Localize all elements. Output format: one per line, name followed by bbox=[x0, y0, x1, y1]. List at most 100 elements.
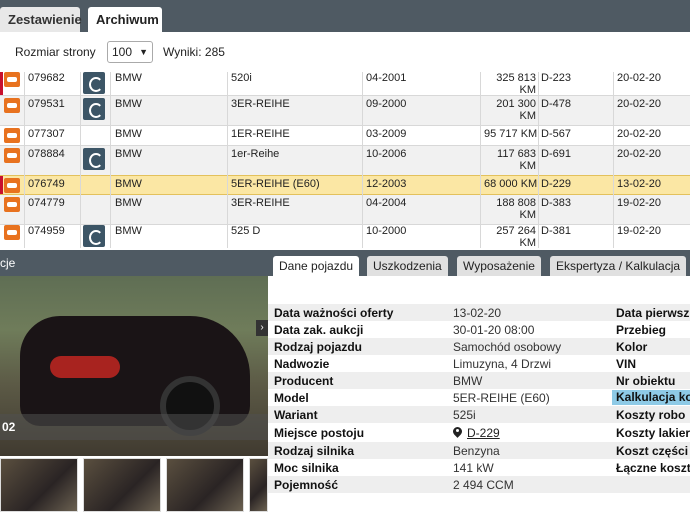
row-end-date: 20-02-20 bbox=[617, 98, 662, 110]
photo-caption-bar: 02 bbox=[0, 414, 268, 440]
detail-row: Model 5ER-REIHE (E60) Kalkulacja ko bbox=[268, 389, 690, 406]
filter-bar: Rozmiar strony Wyniki: 285 bbox=[0, 32, 690, 72]
row-model: 3ER-REIHE bbox=[231, 98, 290, 110]
detail-value: 13-02-20 bbox=[453, 306, 502, 320]
page-size-label: Rozmiar strony bbox=[15, 45, 96, 59]
vehicle-details: Data ważności oferty 13-02-20 Data pierw… bbox=[268, 276, 690, 512]
row-end-date: 20-02-20 bbox=[617, 128, 662, 140]
detail-value: 2 494 CCM bbox=[453, 478, 514, 492]
row-mileage: 325 813 KM bbox=[496, 72, 536, 96]
detail-label: Moc silnika bbox=[274, 461, 339, 475]
location-link-text[interactable]: D-229 bbox=[467, 426, 500, 440]
tab-uszkodzenia[interactable]: Uszkodzenia bbox=[367, 256, 448, 276]
row-make: BMW bbox=[115, 148, 142, 160]
row-make: BMW bbox=[115, 128, 142, 140]
column-divider bbox=[480, 72, 481, 248]
photo-thumbnail[interactable] bbox=[166, 458, 244, 512]
photo-thumbnails bbox=[0, 456, 268, 512]
detail-label: Miejsce postoju bbox=[274, 426, 365, 440]
detail-label: Data ważności oferty bbox=[274, 306, 394, 320]
detail-label: Producent bbox=[274, 374, 334, 388]
column-divider bbox=[613, 72, 614, 248]
table-row[interactable]: 074959 BMW 525 D 10-2000 257 264 KM D-381… bbox=[0, 223, 690, 248]
row-model: 525 D bbox=[231, 225, 261, 237]
table-row[interactable]: 079531 BMW 3ER-REIHE 09-2000 201 300 KM D… bbox=[0, 96, 690, 126]
row-end-date: 19-02-20 bbox=[617, 197, 662, 209]
row-date: 03-2009 bbox=[366, 128, 407, 140]
table-row[interactable]: 078884 BMW 1er-Reihe 10-2006 117 683 KM D… bbox=[0, 146, 690, 176]
photo-thumb-icon[interactable] bbox=[83, 72, 105, 94]
detail-right-label: Koszty robo bbox=[616, 408, 686, 422]
table-row-selected[interactable]: 076749 BMW 5ER-REIHE (E60) 12-2003 68 00… bbox=[0, 175, 690, 195]
row-id: 079531 bbox=[28, 98, 65, 110]
row-make: BMW bbox=[115, 178, 142, 190]
photo-thumbnail[interactable] bbox=[83, 458, 161, 512]
table-row[interactable]: 077307 BMW 1ER-REIHE 03-2009 95 717 KM D… bbox=[0, 126, 690, 146]
status-flag bbox=[0, 72, 3, 95]
detail-value: BMW bbox=[453, 374, 483, 388]
photo-thumbnail[interactable] bbox=[0, 458, 78, 512]
photo-thumb-icon[interactable] bbox=[83, 98, 105, 120]
tab-archiwum[interactable]: Archiwum bbox=[88, 7, 162, 32]
car-icon[interactable] bbox=[4, 98, 20, 113]
detail-label: Data zak. aukcji bbox=[274, 323, 364, 337]
car-icon[interactable] bbox=[4, 128, 20, 143]
tab-zestawienie[interactable]: Zestawienie bbox=[0, 7, 82, 32]
tab-wyposazenie[interactable]: Wyposażenie bbox=[457, 256, 541, 276]
row-date: 10-2006 bbox=[366, 148, 407, 160]
detail-value: Benzyna bbox=[453, 444, 500, 458]
row-id: 074959 bbox=[28, 225, 65, 237]
row-location: D-383 bbox=[541, 197, 571, 209]
detail-right-label: Koszt części bbox=[616, 444, 689, 458]
row-date: 09-2000 bbox=[366, 98, 407, 110]
detail-right-label-highlighted[interactable]: Kalkulacja ko bbox=[612, 390, 690, 405]
photo-caption: 02 bbox=[2, 420, 16, 434]
car-icon[interactable] bbox=[4, 225, 20, 240]
row-location: D-223 bbox=[541, 72, 571, 84]
row-location: D-478 bbox=[541, 98, 571, 110]
detail-row: Pojemność 2 494 CCM bbox=[268, 476, 690, 493]
car-icon[interactable] bbox=[4, 72, 20, 87]
column-divider bbox=[110, 72, 111, 248]
detail-value: Samochód osobowy bbox=[453, 340, 562, 354]
car-icon[interactable] bbox=[4, 197, 20, 212]
car-icon[interactable] bbox=[4, 178, 20, 193]
tab-ekspertyza[interactable]: Ekspertyza / Kalkulacja bbox=[550, 256, 687, 276]
results-count: Wyniki: 285 bbox=[163, 45, 225, 59]
next-photo-arrow-icon[interactable]: › bbox=[256, 320, 268, 336]
detail-value: Limuzyna, 4 Drzwi bbox=[453, 357, 552, 371]
photo-thumb-icon[interactable] bbox=[83, 148, 105, 170]
row-mileage: 68 000 KM bbox=[484, 178, 538, 190]
page-size-value: 100 bbox=[112, 45, 133, 59]
row-date: 04-2004 bbox=[366, 197, 407, 209]
detail-label: Pojemność bbox=[274, 478, 339, 492]
row-end-date: 20-02-20 bbox=[617, 72, 662, 84]
row-id: 077307 bbox=[28, 128, 65, 140]
row-mileage: 257 264 KM bbox=[496, 225, 536, 248]
table-row[interactable]: 079682 BMW 520i 04-2001 325 813 KM D-223 … bbox=[0, 72, 690, 96]
detail-value: 525i bbox=[453, 408, 476, 422]
photo-thumb-icon[interactable] bbox=[83, 225, 105, 247]
row-location: D-567 bbox=[541, 128, 571, 140]
row-end-date: 13-02-20 bbox=[617, 178, 662, 190]
row-make: BMW bbox=[115, 197, 142, 209]
detail-label: Nadwozie bbox=[274, 357, 330, 371]
row-model: 5ER-REIHE (E60) bbox=[231, 178, 320, 190]
row-location: D-381 bbox=[541, 225, 571, 237]
table-row[interactable]: 074779 BMW 3ER-REIHE 04-2004 188 808 KM D… bbox=[0, 195, 690, 225]
tab-dane-pojazdu[interactable]: Dane pojazdu bbox=[273, 256, 360, 276]
location-link[interactable]: D-229 bbox=[453, 426, 500, 440]
detail-row: Wariant 525i Koszty robo bbox=[268, 406, 690, 423]
detail-right-label: Przebieg bbox=[616, 323, 667, 337]
photo-thumbnail[interactable] bbox=[249, 458, 268, 512]
column-divider bbox=[538, 72, 539, 248]
car-icon[interactable] bbox=[4, 148, 20, 163]
row-end-date: 19-02-20 bbox=[617, 225, 662, 237]
detail-right-label: Łączne koszt bbox=[616, 461, 690, 475]
detail-row: Miejsce postoju D-229 Koszty lakier bbox=[268, 424, 690, 441]
detail-row: Nadwozie Limuzyna, 4 Drzwi VIN bbox=[268, 355, 690, 372]
row-model: 3ER-REIHE bbox=[231, 197, 290, 209]
page-size-select[interactable]: 100 ▼ bbox=[107, 41, 153, 63]
detail-label: Model bbox=[274, 391, 309, 405]
detail-right-label: Kolor bbox=[616, 340, 648, 354]
